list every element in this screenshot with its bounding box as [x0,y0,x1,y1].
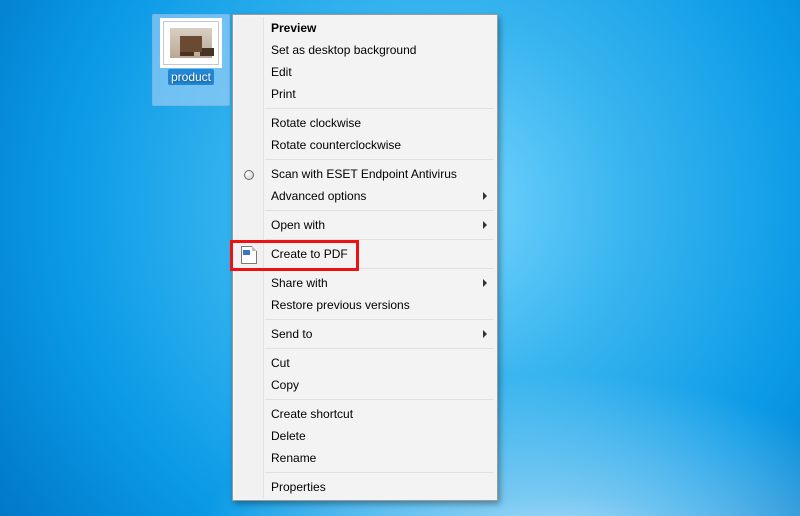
menu-item-delete[interactable]: Delete [235,425,495,447]
eset-icon [244,170,254,180]
menu-item-label: Create to PDF [271,247,348,261]
menu-item-label: Set as desktop background [271,43,416,57]
menu-item-label: Rename [271,451,316,465]
desktop-icon-product[interactable]: product [152,14,230,106]
menu-item-create-to-pdf[interactable]: Create to PDF [235,243,495,265]
image-thumbnail-icon [163,21,219,65]
menu-item-restore-previous-versions[interactable]: Restore previous versions [235,294,495,316]
menu-item-create-shortcut[interactable]: Create shortcut [235,403,495,425]
menu-item-print[interactable]: Print [235,83,495,105]
menu-item-advanced-options[interactable]: Advanced options [235,185,495,207]
menu-item-label: Delete [271,429,306,443]
menu-item-copy[interactable]: Copy [235,374,495,396]
menu-item-label: Create shortcut [271,407,353,421]
menu-item-scan-eset[interactable]: Scan with ESET Endpoint Antivirus [235,163,495,185]
desktop[interactable]: product Preview Set as desktop backgroun… [0,0,800,516]
menu-item-send-to[interactable]: Send to [235,323,495,345]
desktop-icon-label: product [168,69,214,85]
menu-separator [265,268,493,269]
submenu-arrow-icon [483,279,487,287]
menu-item-properties[interactable]: Properties [235,476,495,498]
menu-separator [265,239,493,240]
context-menu: Preview Set as desktop background Edit P… [232,14,498,501]
menu-item-rotate-clockwise[interactable]: Rotate clockwise [235,112,495,134]
menu-separator [265,348,493,349]
menu-item-label: Copy [271,378,299,392]
menu-separator [265,108,493,109]
menu-item-rotate-counterclockwise[interactable]: Rotate counterclockwise [235,134,495,156]
menu-item-open-with[interactable]: Open with [235,214,495,236]
menu-separator [265,472,493,473]
menu-item-label: Scan with ESET Endpoint Antivirus [271,167,457,181]
menu-item-label: Properties [271,480,326,494]
submenu-arrow-icon [483,330,487,338]
menu-item-label: Edit [271,65,292,79]
submenu-arrow-icon [483,192,487,200]
menu-item-label: Advanced options [271,189,366,203]
menu-item-label: Open with [271,218,325,232]
pdf-document-icon [241,246,257,264]
menu-item-label: Print [271,87,296,101]
menu-item-share-with[interactable]: Share with [235,272,495,294]
menu-item-cut[interactable]: Cut [235,352,495,374]
menu-item-rename[interactable]: Rename [235,447,495,469]
menu-item-label: Rotate clockwise [271,116,361,130]
menu-item-preview[interactable]: Preview [235,17,495,39]
menu-item-set-desktop-background[interactable]: Set as desktop background [235,39,495,61]
menu-separator [265,210,493,211]
menu-separator [265,399,493,400]
menu-item-label: Cut [271,356,290,370]
menu-separator [265,319,493,320]
menu-item-label: Preview [271,21,316,35]
menu-item-edit[interactable]: Edit [235,61,495,83]
menu-item-label: Restore previous versions [271,298,410,312]
submenu-arrow-icon [483,221,487,229]
menu-item-label: Share with [271,276,328,290]
menu-item-label: Send to [271,327,312,341]
menu-item-label: Rotate counterclockwise [271,138,401,152]
menu-separator [265,159,493,160]
